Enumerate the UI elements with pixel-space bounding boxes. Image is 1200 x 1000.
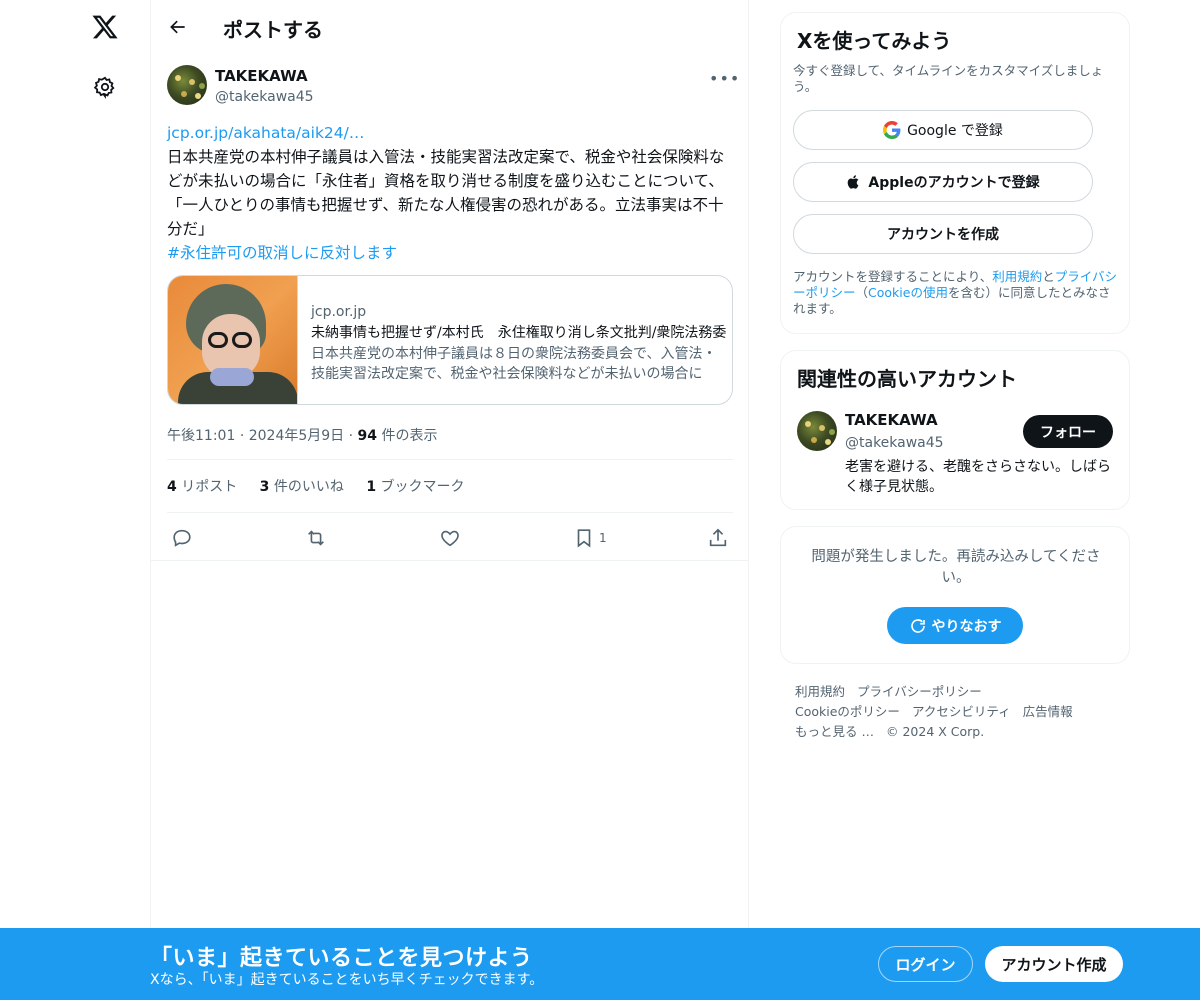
post-text: 日本共産党の本村伸子議員は入管法・技能実習法改定案で、税金や社会保険料などが未払… [167, 148, 725, 238]
bookmark-icon [577, 529, 591, 548]
refresh-icon [910, 618, 925, 633]
share-icon[interactable] [707, 525, 729, 551]
more-options-icon[interactable]: ••• [709, 69, 739, 89]
post-time[interactable]: 午後11:01 [167, 428, 235, 444]
view-label: 件の表示 [381, 428, 438, 444]
avatar[interactable] [797, 411, 837, 451]
footer-ads-link[interactable]: 広告情報 [1023, 704, 1073, 719]
legal-text: アカウントを登録することにより、利用規約とプライバシーポリシー（Cookieの使… [793, 269, 1119, 317]
gear-icon[interactable] [90, 72, 120, 102]
post-author: TAKEKAWA @takekawa45 ••• [167, 65, 739, 109]
card-info: jcp.or.jp 未納事情も把握せず/本村氏 永住権取り消し条文批判/衆院法務… [311, 302, 727, 384]
repost-icon[interactable] [305, 525, 327, 551]
retry-button[interactable]: やりなおす [887, 607, 1023, 644]
error-message: 問題が発生しました。再読み込みしてください。 [811, 549, 1101, 586]
banner-title: 「いま」起きていることを見つけよう [150, 946, 533, 971]
bookmark-count: 1 [599, 531, 607, 545]
footer-terms-link[interactable]: 利用規約 [795, 684, 845, 699]
post-body: jcp.or.jp/akahata/aik24/… 日本共産党の本村伸子議員は入… [167, 121, 733, 265]
card-description: 日本共産党の本村伸子議員は８日の衆院法務委員会で、入管法・技能実習法改定案で、税… [311, 346, 717, 382]
meta-separator: · [348, 428, 354, 444]
follow-button[interactable]: フォロー [1023, 415, 1113, 448]
reposts-label: リポスト [181, 479, 238, 495]
post-date[interactable]: 2024年5月9日 [249, 428, 344, 444]
create-account-label: アカウントを作成 [887, 227, 999, 243]
bookmarks-label: ブックマーク [380, 479, 465, 495]
card-domain: jcp.or.jp [311, 304, 367, 320]
terms-link[interactable]: 利用規約 [992, 269, 1042, 284]
footer-links: 利用規約 プライバシーポリシー Cookieのポリシー アクセシビリティ 広告情報 も… [795, 682, 1125, 742]
reposts-count: 4 [167, 479, 177, 495]
post-actions: 1 [167, 523, 733, 553]
banner-subtitle: Xなら、「いま」起きていることをいち早くチェックできます。 [150, 972, 544, 988]
retry-label: やりなおす [931, 618, 1002, 635]
reposts-stat[interactable]: 4 リポスト [167, 479, 237, 495]
login-button[interactable]: ログイン [878, 946, 973, 982]
bottom-signup-banner: 「いま」起きていることを見つけよう Xなら、「いま」起きていることをいち早くチェ… [0, 928, 1200, 1000]
likes-stat[interactable]: 3 件のいいね [260, 479, 344, 495]
likes-count: 3 [259, 479, 270, 495]
footer-privacy-link[interactable]: プライバシーポリシー [857, 684, 982, 699]
bookmark-button[interactable]: 1 [573, 525, 607, 551]
relevant-accounts-box: 関連性の高いアカウント TAKEKAWA @takekawa45 フォロー 老害… [780, 350, 1130, 510]
post-hashtag[interactable]: #永住許可の取消しに反対します [167, 241, 733, 265]
post-stats: 4 リポスト 3 件のいいね 1 ブックマーク [167, 476, 483, 496]
cookie-link[interactable]: Cookieの使用 [868, 285, 948, 300]
footer-more-link[interactable]: もっと見る … [795, 724, 874, 739]
google-icon [883, 121, 901, 139]
link-preview-card[interactable]: jcp.or.jp 未納事情も把握せず/本村氏 永住権取り消し条文批判/衆院法務… [167, 275, 733, 405]
account-handle[interactable]: @takekawa45 [845, 435, 944, 451]
card-title: 未納事情も把握せず/本村氏 永住権取り消し条文批判/衆院法務委 [311, 325, 727, 341]
page-title: ポストする [223, 18, 323, 42]
footer-accessibility-link[interactable]: アクセシビリティ [912, 704, 1011, 719]
post-link[interactable]: jcp.or.jp/akahata/aik24/… [167, 121, 733, 145]
post-meta: 午後11:01 · 2024年5月9日 · 94 件の表示 [167, 425, 437, 445]
divider [167, 512, 733, 513]
likes-label: 件のいいね [273, 479, 344, 495]
google-signup-label: Google で登録 [907, 123, 1003, 139]
relevant-title: 関連性の高いアカウント [797, 367, 1017, 391]
bookmarks-stat[interactable]: 1 ブックマーク [366, 479, 464, 495]
page-header: ポストする [151, 0, 748, 53]
account-bio: 老害を避ける、老醜をさらさない。しばらく様子見状態。 [845, 459, 1111, 495]
signup-box: Xを使ってみよう 今すぐ登録して、タイムラインをカスタマイズしましょう。 Goo… [780, 12, 1130, 334]
apple-signup-label: Appleのアカウントで登録 [868, 175, 1040, 191]
signup-button[interactable]: アカウント作成 [985, 946, 1123, 982]
card-thumbnail [168, 276, 298, 404]
signup-title: Xを使ってみよう [797, 29, 952, 53]
meta-separator: · [239, 428, 245, 444]
google-signup-button[interactable]: Google で登録 [793, 110, 1093, 150]
signup-subtitle: 今すぐ登録して、タイムラインをカスタマイズしましょう。 [793, 63, 1104, 94]
avatar[interactable] [167, 65, 207, 105]
legal-paren: （ [855, 285, 869, 300]
divider [167, 459, 733, 460]
main-column: ポストする TAKEKAWA @takekawa45 ••• jcp.or.jp… [150, 0, 749, 930]
arrow-left-icon[interactable] [163, 12, 193, 42]
create-account-button[interactable]: アカウントを作成 [793, 214, 1093, 254]
bookmarks-count: 1 [366, 479, 377, 495]
account-name[interactable]: TAKEKAWA [845, 411, 938, 429]
footer-copyright: © 2024 X Corp. [885, 724, 985, 739]
view-count: 94 [357, 428, 378, 444]
heart-icon[interactable] [439, 525, 461, 551]
footer-cookie-link[interactable]: Cookieのポリシー [795, 704, 900, 719]
left-nav [70, 0, 140, 930]
x-logo-icon[interactable] [88, 10, 122, 44]
divider [151, 560, 748, 561]
error-box: 問題が発生しました。再読み込みしてください。 やりなおす [780, 526, 1130, 664]
author-handle[interactable]: @takekawa45 [215, 89, 314, 105]
apple-icon [846, 173, 862, 191]
legal-and: と [1042, 269, 1055, 284]
author-name[interactable]: TAKEKAWA [215, 67, 308, 85]
apple-signup-button[interactable]: Appleのアカウントで登録 [793, 162, 1093, 202]
legal-prefix: アカウントを登録することにより、 [793, 269, 993, 284]
reply-icon[interactable] [171, 525, 193, 551]
